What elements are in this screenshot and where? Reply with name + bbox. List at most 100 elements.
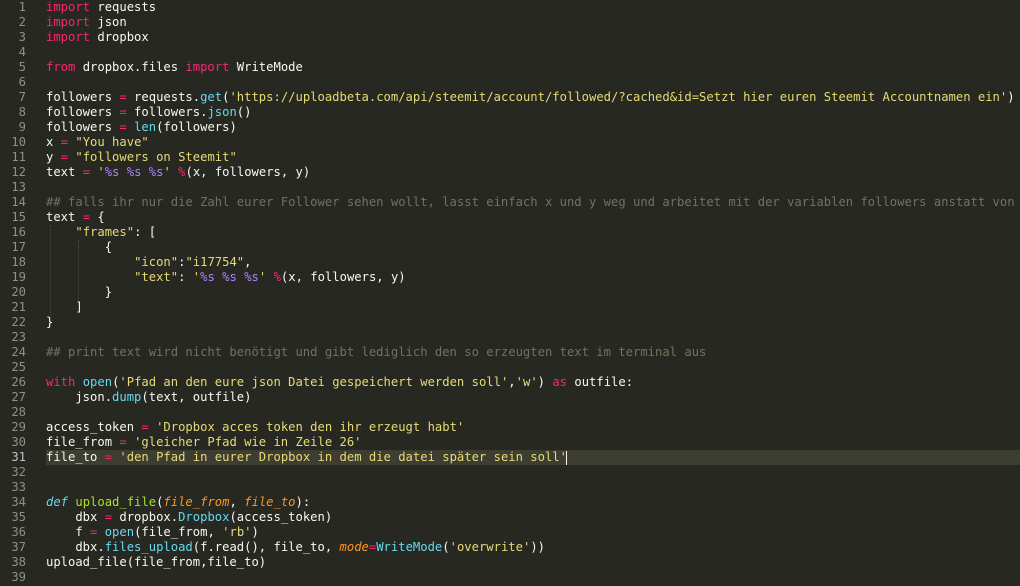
line-number: 23 [11, 330, 26, 344]
code-line[interactable]: "text": '%s %s %s' %(x, followers, y) [46, 270, 1020, 285]
code-token: followers. [126, 105, 208, 119]
code-token: "text" [134, 270, 179, 284]
code-token: file_to [244, 495, 296, 509]
code-token: ( [442, 540, 450, 554]
code-line[interactable]: file_to = 'den Pfad in eurer Dropbox in … [46, 450, 1020, 465]
code-line[interactable]: "icon":"i17754", [46, 255, 1020, 270]
line-number: 2 [18, 15, 26, 29]
code-token: % [178, 165, 186, 179]
code-line[interactable] [46, 360, 1020, 375]
code-line[interactable]: from dropbox.files import WriteMode [46, 60, 1020, 75]
code-token: json. [46, 390, 113, 404]
code-line[interactable] [46, 405, 1020, 420]
code-line[interactable] [46, 330, 1020, 345]
code-line[interactable]: ] [46, 300, 1020, 315]
line-number: 29 [11, 420, 26, 434]
code-line[interactable]: } [46, 315, 1020, 330]
code-token: (file_from, [134, 525, 223, 539]
code-area[interactable]: import requests import json import dropbox… [46, 0, 1020, 586]
code-line[interactable]: json.dump(text, outfile) [46, 390, 1020, 405]
code-line[interactable]: file_from = 'gleicher Pfad wie in Zeile … [46, 435, 1020, 450]
code-token: "icon" [134, 255, 179, 269]
line-number: 4 [18, 45, 26, 59]
code-token: followers [46, 90, 120, 104]
code-token: %s [200, 270, 215, 284]
line-number: 9 [18, 120, 26, 134]
code-token: = [119, 120, 127, 134]
code-line[interactable]: f = open(file_from, 'rb') [46, 525, 1020, 540]
code-token: followers [46, 120, 120, 134]
code-token: )) [530, 540, 546, 554]
code-line[interactable]: import json [46, 15, 1020, 30]
code-line[interactable]: dbx = dropbox.Dropbox(access_token) [46, 510, 1020, 525]
code-token: requests. [126, 90, 201, 104]
code-editor[interactable]: 1 2 3 4 5 6 7 8 9 10 11 12 13 14 15 16 17 18 19 20 21 22 23 24 2… [0, 0, 1020, 586]
code-line[interactable]: text = { [46, 210, 1020, 225]
code-line[interactable] [46, 480, 1020, 495]
code-token: (text, outfile) [141, 390, 252, 404]
code-token: len [134, 120, 157, 134]
line-number: 20 [11, 285, 26, 299]
code-line[interactable]: import requests [46, 0, 1020, 15]
code-line[interactable]: upload_file(file_from,file_to) [46, 555, 1020, 570]
code-line[interactable]: import dropbox [46, 30, 1020, 45]
code-token: "i17754" [185, 255, 245, 269]
code-line[interactable]: x = "You have" [46, 135, 1020, 150]
code-token: (access_token) [229, 510, 333, 524]
code-line[interactable] [46, 75, 1020, 90]
code-line[interactable]: def upload_file(file_from, file_to): [46, 495, 1020, 510]
code-token: text [46, 210, 83, 224]
line-number: 26 [11, 375, 26, 389]
code-token: ## print text wird nicht benötigt und gi… [46, 345, 707, 359]
line-number: 31 [11, 450, 26, 464]
code-token: dump [112, 390, 142, 404]
code-token: text [46, 165, 83, 179]
code-token: ): [295, 495, 311, 509]
code-line[interactable] [46, 180, 1020, 195]
code-token: %s [126, 165, 142, 179]
code-line[interactable]: } [46, 285, 1020, 300]
code-line[interactable]: ## print text wird nicht benötigt und gi… [46, 345, 1020, 360]
code-line[interactable]: dbx.files_upload(f.read(), file_to, mode… [46, 540, 1020, 555]
code-token: open [104, 525, 135, 539]
code-token: ## falls ihr nur die Zahl eurer Follower… [46, 195, 1020, 209]
code-token: open [82, 375, 113, 389]
code-line[interactable]: followers = requests.get('https://upload… [46, 90, 1020, 105]
code-token: upload_file(file_from,file_to) [46, 555, 267, 569]
code-line[interactable]: with open('Pfad an den eure json Datei g… [46, 375, 1020, 390]
line-number: 38 [11, 555, 26, 569]
code-token: outfile: [567, 375, 634, 389]
code-token: dropbox [90, 30, 149, 44]
line-number: 27 [11, 390, 26, 404]
code-token: x [46, 135, 61, 149]
code-line[interactable]: "frames": [ [46, 225, 1020, 240]
line-number: 22 [11, 315, 26, 329]
code-token: with [46, 375, 76, 389]
code-line[interactable]: access_token = 'Dropbox acces token den … [46, 420, 1020, 435]
code-line[interactable]: { [46, 240, 1020, 255]
code-token: 'https://uploadbeta.com/api/steemit/acco… [229, 90, 1008, 104]
code-token: file_from [163, 495, 230, 509]
code-line[interactable]: followers = followers.json() [46, 105, 1020, 120]
line-number: 21 [11, 300, 26, 314]
line-number: 14 [11, 195, 26, 209]
code-token: file_from [46, 435, 120, 449]
code-line[interactable] [46, 570, 1020, 585]
code-line[interactable]: y = "followers on Steemit" [46, 150, 1020, 165]
code-line[interactable]: ## falls ihr nur die Zahl eurer Follower… [46, 195, 1020, 210]
code-line[interactable]: followers = len(followers) [46, 120, 1020, 135]
code-line[interactable]: text = '%s %s %s' %(x, followers, y) [46, 165, 1020, 180]
code-token: files_upload [104, 540, 193, 554]
code-line[interactable] [46, 45, 1020, 60]
code-token: , [244, 255, 252, 269]
code-line[interactable] [46, 465, 1020, 480]
code-token: def [46, 495, 69, 509]
code-token: %s [222, 270, 237, 284]
